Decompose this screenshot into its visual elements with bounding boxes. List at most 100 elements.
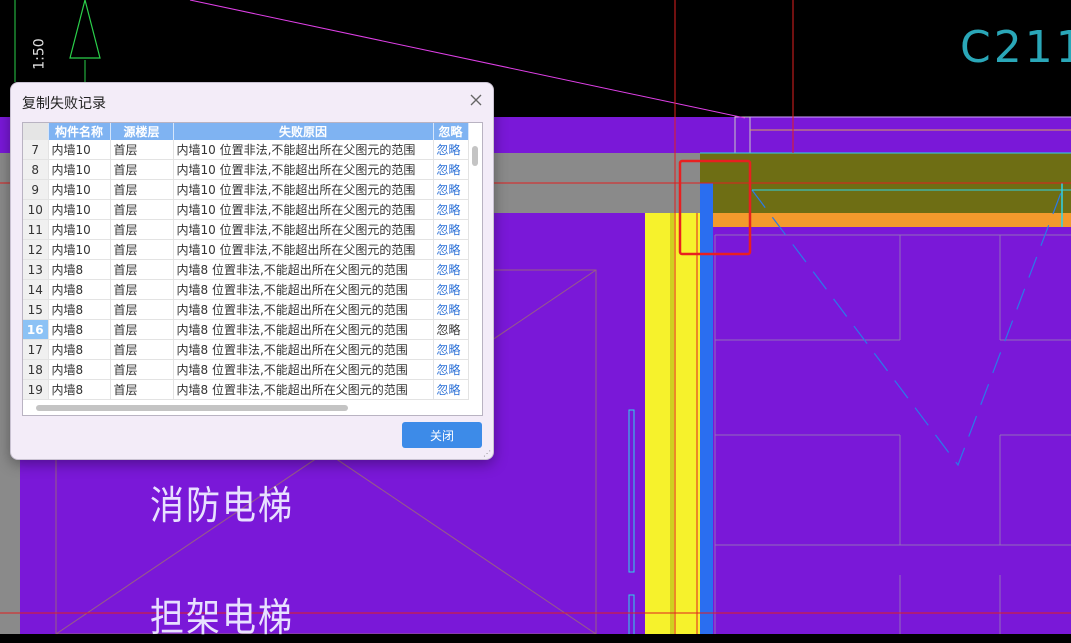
cell-floor: 首层 bbox=[110, 259, 174, 280]
cell-floor: 首层 bbox=[110, 379, 174, 400]
row-number: 8 bbox=[23, 159, 49, 180]
row-number: 16 bbox=[23, 319, 49, 340]
row-number: 19 bbox=[23, 379, 49, 400]
cell-floor: 首层 bbox=[110, 199, 174, 220]
table-row[interactable]: 8 内墙10 首层 内墙10 位置非法,不能超出所在父图元的范围 忽略 bbox=[23, 159, 469, 180]
row-number: 13 bbox=[23, 259, 49, 280]
orange-beam bbox=[700, 213, 1071, 227]
cell-floor: 首层 bbox=[110, 140, 174, 160]
cell-ignore-link[interactable]: 忽略 bbox=[433, 159, 469, 180]
table-row[interactable]: 12 内墙10 首层 内墙10 位置非法,不能超出所在父图元的范围 忽略 bbox=[23, 239, 469, 260]
cell-floor: 首层 bbox=[110, 179, 174, 200]
row-number-header bbox=[23, 123, 49, 140]
table-row[interactable]: 10 内墙10 首层 内墙10 位置非法,不能超出所在父图元的范围 忽略 bbox=[23, 199, 469, 220]
row-number: 18 bbox=[23, 359, 49, 380]
column-header-reason[interactable]: 失败原因 bbox=[173, 123, 434, 140]
table-row[interactable]: 11 内墙10 首层 内墙10 位置非法,不能超出所在父图元的范围 忽略 bbox=[23, 219, 469, 240]
cell-reason: 内墙8 位置非法,不能超出所在父图元的范围 bbox=[173, 259, 434, 280]
row-number: 10 bbox=[23, 199, 49, 220]
scale-label: 1:50 bbox=[31, 38, 48, 70]
table-row[interactable]: 7 内墙10 首层 内墙10 位置非法,不能超出所在父图元的范围 忽略 bbox=[23, 140, 469, 160]
cell-ignore-link[interactable]: 忽略 bbox=[433, 319, 469, 340]
failure-table-container[interactable]: 构件名称 源楼层 失败原因 忽略 7 内墙10 首层 内墙10 位置非法,不能超出所在… bbox=[22, 122, 483, 416]
cell-name: 内墙10 bbox=[48, 239, 111, 260]
cell-ignore-link[interactable]: 忽略 bbox=[433, 140, 469, 160]
table-row[interactable]: 16 内墙8 首层 内墙8 位置非法,不能超出所在父图元的范围 忽略 bbox=[23, 319, 469, 340]
cell-name: 内墙8 bbox=[48, 359, 111, 380]
cell-reason: 内墙8 位置非法,不能超出所在父图元的范围 bbox=[173, 339, 434, 360]
row-number: 9 bbox=[23, 179, 49, 200]
cell-ignore-link[interactable]: 忽略 bbox=[433, 219, 469, 240]
cell-name: 内墙10 bbox=[48, 199, 111, 220]
table-row[interactable]: 18 内墙8 首层 内墙8 位置非法,不能超出所在父图元的范围 忽略 bbox=[23, 359, 469, 380]
table-row[interactable]: 15 内墙8 首层 内墙8 位置非法,不能超出所在父图元的范围 忽略 bbox=[23, 299, 469, 320]
column-header-floor[interactable]: 源楼层 bbox=[110, 123, 174, 140]
cell-name: 内墙8 bbox=[48, 339, 111, 360]
cell-floor: 首层 bbox=[110, 339, 174, 360]
cell-ignore-link[interactable]: 忽略 bbox=[433, 379, 469, 400]
cell-floor: 首层 bbox=[110, 359, 174, 380]
row-number: 17 bbox=[23, 339, 49, 360]
vertical-scroll-thumb[interactable] bbox=[472, 146, 478, 166]
cell-reason: 内墙10 位置非法,不能超出所在父图元的范围 bbox=[173, 179, 434, 200]
cell-ignore-link[interactable]: 忽略 bbox=[433, 359, 469, 380]
cell-reason: 内墙10 位置非法,不能超出所在父图元的范围 bbox=[173, 159, 434, 180]
cell-ignore-link[interactable]: 忽略 bbox=[433, 279, 469, 300]
row-number: 15 bbox=[23, 299, 49, 320]
cell-name: 内墙8 bbox=[48, 279, 111, 300]
table-row[interactable]: 9 内墙10 首层 内墙10 位置非法,不能超出所在父图元的范围 忽略 bbox=[23, 179, 469, 200]
fire-elevator-label: 消防电梯 bbox=[150, 483, 294, 530]
cell-floor: 首层 bbox=[110, 239, 174, 260]
cell-floor: 首层 bbox=[110, 159, 174, 180]
row-number: 11 bbox=[23, 219, 49, 240]
row-number: 14 bbox=[23, 279, 49, 300]
horizontal-scroll-thumb[interactable] bbox=[36, 405, 348, 411]
cell-ignore-link[interactable]: 忽略 bbox=[433, 339, 469, 360]
table-row[interactable]: 13 内墙8 首层 内墙8 位置非法,不能超出所在父图元的范围 忽略 bbox=[23, 259, 469, 280]
cell-floor: 首层 bbox=[110, 299, 174, 320]
cell-floor: 首层 bbox=[110, 219, 174, 240]
cell-name: 内墙10 bbox=[48, 159, 111, 180]
resize-grip-icon[interactable]: ⋰ bbox=[483, 449, 491, 458]
blue-column bbox=[700, 183, 713, 634]
stretcher-elevator-label: 担架电梯 bbox=[150, 595, 294, 642]
cell-reason: 内墙10 位置非法,不能超出所在父图元的范围 bbox=[173, 140, 434, 160]
cell-name: 内墙8 bbox=[48, 299, 111, 320]
cell-ignore-link[interactable]: 忽略 bbox=[433, 179, 469, 200]
cell-floor: 首层 bbox=[110, 319, 174, 340]
dialog-titlebar[interactable]: 复制失败记录 bbox=[11, 83, 493, 119]
table-row[interactable]: 14 内墙8 首层 内墙8 位置非法,不能超出所在父图元的范围 忽略 bbox=[23, 279, 469, 300]
close-button[interactable]: 关闭 bbox=[402, 422, 482, 448]
cell-ignore-link[interactable]: 忽略 bbox=[433, 259, 469, 280]
drawing-tag-label: C2117 bbox=[960, 22, 1071, 73]
close-icon[interactable] bbox=[467, 91, 485, 109]
cell-name: 内墙8 bbox=[48, 379, 111, 400]
cell-reason: 内墙10 位置非法,不能超出所在父图元的范围 bbox=[173, 239, 434, 260]
copy-failure-dialog: 复制失败记录 构件名称 源楼层 失败原因 忽略 7 内墙10 首层 内墙10 位置非法… bbox=[10, 82, 494, 460]
table-row[interactable]: 17 内墙8 首层 内墙8 位置非法,不能超出所在父图元的范围 忽略 bbox=[23, 339, 469, 360]
cell-reason: 内墙8 位置非法,不能超出所在父图元的范围 bbox=[173, 319, 434, 340]
cell-name: 内墙8 bbox=[48, 259, 111, 280]
cell-name: 内墙10 bbox=[48, 140, 111, 160]
vertical-scrollbar[interactable] bbox=[470, 141, 480, 399]
cell-reason: 内墙8 位置非法,不能超出所在父图元的范围 bbox=[173, 299, 434, 320]
cell-ignore-link[interactable]: 忽略 bbox=[433, 199, 469, 220]
failure-table: 构件名称 源楼层 失败原因 忽略 7 内墙10 首层 内墙10 位置非法,不能超出所在… bbox=[23, 123, 469, 400]
dialog-title: 复制失败记录 bbox=[22, 96, 106, 112]
cell-reason: 内墙10 位置非法,不能超出所在父图元的范围 bbox=[173, 219, 434, 240]
cell-reason: 内墙10 位置非法,不能超出所在父图元的范围 bbox=[173, 199, 434, 220]
cell-name: 内墙10 bbox=[48, 219, 111, 240]
cell-name: 内墙8 bbox=[48, 319, 111, 340]
cell-floor: 首层 bbox=[110, 279, 174, 300]
horizontal-scrollbar[interactable] bbox=[23, 401, 482, 415]
cell-name: 内墙10 bbox=[48, 179, 111, 200]
cell-ignore-link[interactable]: 忽略 bbox=[433, 239, 469, 260]
cell-reason: 内墙8 位置非法,不能超出所在父图元的范围 bbox=[173, 359, 434, 380]
cell-ignore-link[interactable]: 忽略 bbox=[433, 299, 469, 320]
table-row[interactable]: 19 内墙8 首层 内墙8 位置非法,不能超出所在父图元的范围 忽略 bbox=[23, 379, 469, 400]
row-number: 7 bbox=[23, 140, 49, 160]
cell-reason: 内墙8 位置非法,不能超出所在父图元的范围 bbox=[173, 279, 434, 300]
column-header-name[interactable]: 构件名称 bbox=[48, 123, 111, 140]
column-header-ignore[interactable]: 忽略 bbox=[433, 123, 469, 140]
row-number: 12 bbox=[23, 239, 49, 260]
